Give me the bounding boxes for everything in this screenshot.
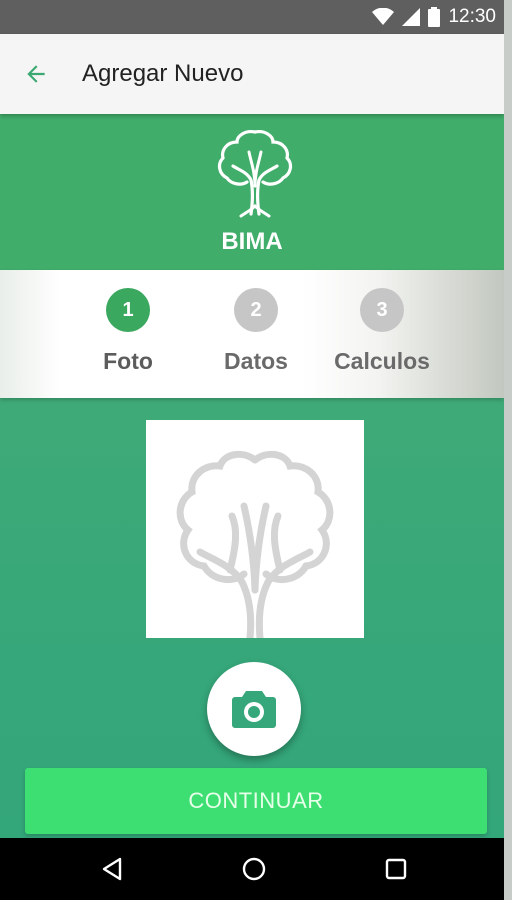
continue-button[interactable]: CONTINUAR — [25, 768, 487, 834]
nav-home-icon — [242, 857, 266, 881]
step-label-calculos: Calculos — [334, 348, 430, 374]
battery-icon — [428, 7, 441, 27]
content-area: CONTINUAR — [0, 398, 504, 838]
navigation-bar — [0, 838, 504, 900]
nav-recents-icon — [385, 858, 407, 880]
photo-preview[interactable] — [146, 420, 364, 638]
status-icons: 12:30 — [372, 6, 496, 28]
step-foto[interactable]: 1 Foto — [58, 288, 198, 375]
wifi-icon — [372, 8, 395, 25]
app-screen: 12:30 Agregar Nuevo BIMA 1 Foto 2 Datos … — [0, 0, 504, 900]
step-number-3: 3 — [360, 288, 404, 332]
nav-back-button[interactable] — [92, 849, 132, 889]
app-bar: Agregar Nuevo — [0, 34, 504, 114]
camera-icon — [232, 691, 276, 728]
step-number-2: 2 — [234, 288, 278, 332]
nav-home-button[interactable] — [234, 849, 274, 889]
step-number-1: 1 — [106, 288, 150, 332]
stepper: 1 Foto 2 Datos 3 Calculos — [0, 270, 504, 398]
status-bar: 12:30 — [0, 0, 504, 34]
signal-icon — [402, 8, 421, 26]
tree-icon — [217, 130, 293, 218]
page-title: Agregar Nuevo — [82, 60, 244, 87]
step-label-foto: Foto — [103, 348, 153, 374]
status-time: 12:30 — [448, 6, 496, 27]
nav-recents-button[interactable] — [376, 849, 416, 889]
step-label-datos: Datos — [224, 348, 288, 374]
step-datos[interactable]: 2 Datos — [186, 288, 326, 375]
brand-name: BIMA — [221, 228, 283, 255]
camera-button[interactable] — [207, 662, 301, 756]
back-button[interactable] — [18, 56, 54, 92]
tree-placeholder-icon — [176, 450, 334, 638]
brand-header: BIMA — [0, 114, 504, 270]
arrow-back-icon — [27, 65, 45, 83]
screen-edge — [504, 0, 512, 900]
step-calculos[interactable]: 3 Calculos — [312, 288, 452, 375]
nav-back-icon — [102, 857, 122, 881]
